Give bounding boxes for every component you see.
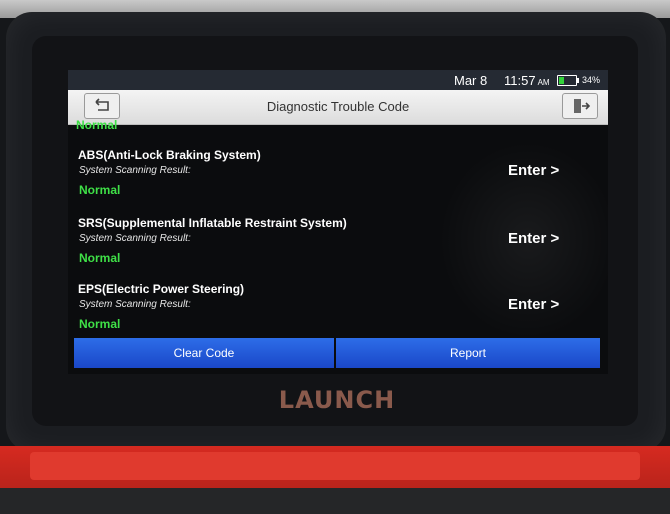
system-name: ABS(Anti-Lock Braking System) [78, 148, 261, 162]
action-bar: Clear Code Report [74, 338, 600, 368]
system-result-value: Normal [79, 317, 121, 331]
exit-door-icon [574, 99, 591, 113]
device-red-bumper [0, 446, 670, 490]
device-screen: Mar 8 11:57 AM 34% Diagnostic Trouble Cod… [68, 70, 608, 374]
clear-code-button[interactable]: Clear Code [74, 338, 334, 368]
enter-eps-button[interactable]: Enter > [508, 296, 559, 313]
battery-percent: 34% [582, 75, 601, 85]
system-row-eps: EPS(Electric Power Steering) System Scan… [68, 282, 608, 346]
system-name: SRS(Supplemental Inflatable Restraint Sy… [78, 216, 347, 230]
exit-button[interactable] [562, 93, 598, 119]
page-title: Diagnostic Trouble Code [266, 99, 410, 114]
enter-abs-button[interactable]: Enter > [508, 162, 559, 179]
battery-icon [557, 75, 579, 86]
enter-srs-button[interactable]: Enter > [508, 230, 559, 247]
system-result-label: System Scanning Result: [79, 233, 191, 244]
photo-background-bottom [0, 488, 670, 514]
brand-logo: LAUNCH [278, 386, 396, 414]
system-result-value: Normal [79, 183, 121, 197]
partial-result-normal: Normal [76, 118, 118, 132]
report-button[interactable]: Report [336, 338, 600, 368]
title-bar: Diagnostic Trouble Code [68, 90, 608, 125]
system-row-abs: ABS(Anti-Lock Braking System) System Sca… [68, 148, 608, 212]
system-list: Normal ABS(Anti-Lock Braking System) Sys… [68, 118, 608, 340]
system-result-value: Normal [79, 251, 121, 265]
system-result-label: System Scanning Result: [79, 165, 191, 176]
system-result-label: System Scanning Result: [79, 299, 191, 310]
status-bar: Mar 8 11:57 AM 34% [68, 70, 608, 90]
status-time: 11:57 AM [504, 73, 550, 88]
system-row-srs: SRS(Supplemental Inflatable Restraint Sy… [68, 216, 608, 280]
status-date: Mar 8 [454, 73, 488, 88]
system-name: EPS(Electric Power Steering) [78, 282, 245, 296]
